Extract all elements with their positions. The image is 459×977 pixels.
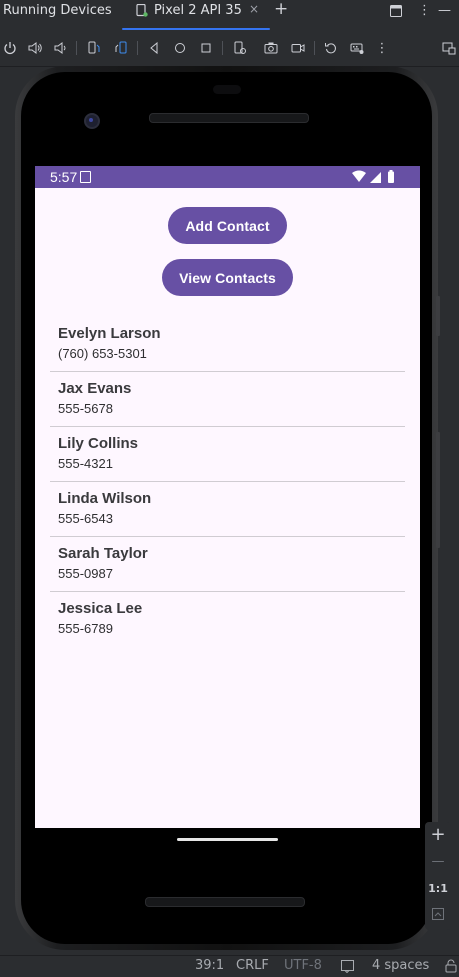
overview-icon[interactable]: [197, 36, 215, 60]
toolbar-separator: [137, 41, 138, 55]
contact-item[interactable]: Lily Collins 555-4321: [50, 427, 405, 482]
earpiece-speaker: [149, 113, 309, 123]
lock-icon[interactable]: [445, 959, 457, 973]
actual-size-button[interactable]: 1:1: [425, 882, 451, 895]
toolbar-separator: [76, 41, 77, 55]
android-status-bar: 5:57: [35, 166, 420, 188]
contact-item[interactable]: Linda Wilson 555-6543: [50, 482, 405, 537]
battery-icon: [388, 171, 394, 183]
home-icon[interactable]: [171, 36, 189, 60]
active-tab-indicator: [122, 28, 270, 30]
file-encoding[interactable]: UTF-8: [284, 958, 322, 973]
contact-phone: 555-6543: [58, 511, 113, 526]
status-icons: [352, 170, 394, 183]
contact-phone: 555-0987: [58, 566, 113, 581]
keyboard-icon[interactable]: [348, 36, 366, 60]
power-icon[interactable]: [1, 36, 19, 60]
toolbar-separator: [222, 41, 223, 55]
notifications-icon[interactable]: [341, 960, 354, 973]
rotate-right-icon[interactable]: [112, 36, 130, 60]
ide-top-bar: Running Devices Pixel 2 API 35 × + ⋮ —: [0, 0, 459, 22]
ide-status-bar: 39:1 CRLF UTF-8 4 spaces: [0, 955, 459, 977]
gesture-nav-handle[interactable]: [177, 838, 278, 841]
minimize-button[interactable]: —: [438, 3, 451, 18]
proximity-sensor: [213, 85, 241, 94]
reset-icon[interactable]: [322, 36, 340, 60]
camera-lens: [89, 118, 93, 122]
view-contacts-button[interactable]: View Contacts: [162, 259, 293, 296]
contact-name: Jessica Lee: [58, 600, 143, 617]
zoom-controls: + — 1:1: [425, 822, 451, 930]
contact-phone: 555-6789: [58, 621, 113, 636]
indent-setting[interactable]: 4 spaces: [372, 958, 429, 973]
line-ending[interactable]: CRLF: [236, 958, 269, 973]
device-icon: [136, 4, 148, 17]
tab-label: Pixel 2 API 35: [154, 3, 242, 18]
add-tab-button[interactable]: +: [274, 0, 288, 19]
more-options-button[interactable]: ⋮: [418, 3, 431, 18]
contact-name: Evelyn Larson: [58, 325, 161, 342]
contact-list: Evelyn Larson (760) 653-5301 Jax Evans 5…: [50, 317, 405, 646]
contact-item[interactable]: Sarah Taylor 555-0987: [50, 537, 405, 592]
contact-name: Lily Collins: [58, 435, 139, 452]
signal-icon: [370, 172, 381, 183]
cursor-position[interactable]: 39:1: [195, 958, 224, 973]
contact-phone: 555-4321: [58, 456, 113, 471]
contact-phone: 555-5678: [58, 401, 113, 416]
more-icon[interactable]: ⋮: [373, 36, 391, 60]
zoom-in-button[interactable]: +: [425, 824, 451, 845]
close-icon[interactable]: ×: [249, 2, 259, 16]
fit-screen-icon[interactable]: [432, 908, 444, 920]
window-icon[interactable]: [440, 36, 458, 60]
layout-icon[interactable]: [390, 5, 402, 17]
volume-side-button: [436, 432, 440, 548]
contact-item[interactable]: Jax Evans 555-5678: [50, 372, 405, 427]
panel-title: Running Devices: [3, 3, 112, 18]
screenshot-icon[interactable]: [262, 36, 280, 60]
screen-record-icon[interactable]: [289, 36, 307, 60]
contact-name: Linda Wilson: [58, 490, 152, 507]
volume-up-icon[interactable]: [26, 36, 44, 60]
wifi-icon: [352, 170, 366, 182]
device-screen[interactable]: 5:57 Add Contact View Contacts Evelyn La…: [35, 166, 420, 828]
rotate-left-icon[interactable]: [85, 36, 103, 60]
device-settings-icon[interactable]: [231, 36, 249, 60]
back-icon[interactable]: [145, 36, 163, 60]
emulator-toolbar: ⋮: [0, 36, 459, 60]
add-contact-button[interactable]: Add Contact: [168, 207, 287, 244]
toolbar-separator: [314, 41, 315, 55]
power-side-button: [436, 296, 440, 336]
contact-item[interactable]: Evelyn Larson (760) 653-5301: [50, 317, 405, 372]
contact-name: Sarah Taylor: [58, 545, 148, 562]
status-time: 5:57: [50, 169, 78, 185]
contact-item[interactable]: Jessica Lee 555-6789: [50, 592, 405, 646]
contact-name: Jax Evans: [58, 380, 132, 397]
zoom-out-button[interactable]: —: [425, 854, 451, 869]
sim-card-icon: [80, 171, 91, 183]
bottom-speaker: [145, 897, 305, 907]
contact-phone: (760) 653-5301: [58, 346, 147, 361]
volume-down-icon[interactable]: [51, 36, 69, 60]
